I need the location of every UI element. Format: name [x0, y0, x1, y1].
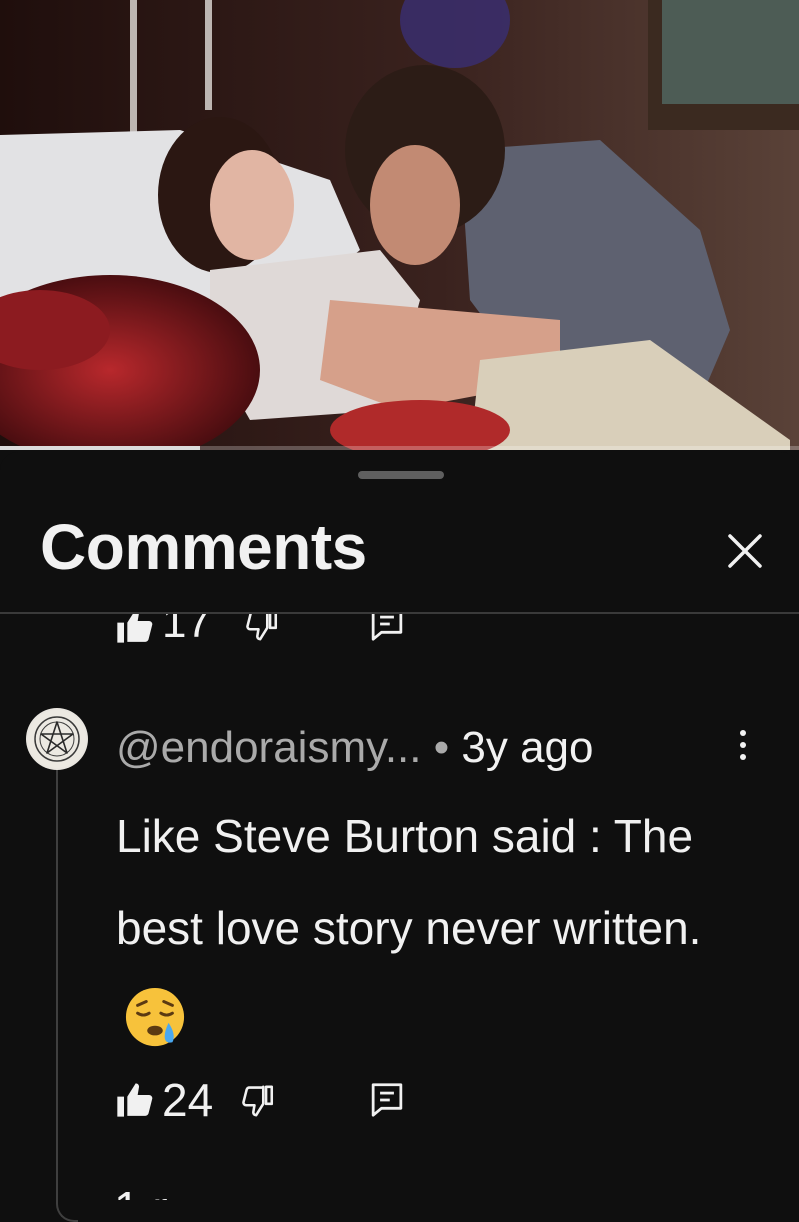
reply-icon[interactable]: [370, 614, 404, 642]
reply-thread-line: [56, 760, 78, 1222]
like-icon[interactable]: [114, 1080, 154, 1120]
more-options-button[interactable]: [728, 724, 758, 770]
sleepy-face-emoji: [125, 987, 185, 1047]
like-count: 17: [162, 614, 211, 647]
like-icon[interactable]: [114, 614, 154, 646]
avatar[interactable]: [26, 708, 88, 770]
drag-handle[interactable]: [358, 471, 444, 479]
reply-icon[interactable]: [370, 1082, 404, 1118]
more-vert-icon: [740, 730, 746, 760]
dislike-icon[interactable]: [242, 1084, 276, 1118]
comment-text: Like Steve Burton said : The best love s…: [116, 790, 736, 1066]
comments-title: Comments: [40, 511, 367, 583]
like-count: 24: [162, 1074, 214, 1126]
comment-meta: @endoraismy... • 3y ago: [116, 722, 593, 774]
comment-time: 3y ago: [461, 723, 594, 772]
meta-separator: •: [421, 723, 462, 772]
comment-actions: 24: [114, 1072, 434, 1128]
close-button[interactable]: [716, 522, 772, 578]
video-progress-fill: [0, 446, 200, 450]
comment-author[interactable]: @endoraismy...: [116, 723, 422, 772]
replies-link-text: 1 r: [114, 1182, 168, 1200]
dislike-icon[interactable]: [246, 614, 280, 642]
pentagram-icon: [28, 710, 86, 768]
video-frame: [0, 0, 799, 450]
previous-comment-actions: 17: [0, 614, 799, 650]
video-progress-bar[interactable]: [0, 446, 799, 450]
comment-body: Like Steve Burton said : The best love s…: [116, 810, 702, 954]
replies-link[interactable]: 1 r: [114, 1182, 168, 1200]
close-icon: [728, 534, 762, 568]
video-player[interactable]: [0, 0, 799, 450]
